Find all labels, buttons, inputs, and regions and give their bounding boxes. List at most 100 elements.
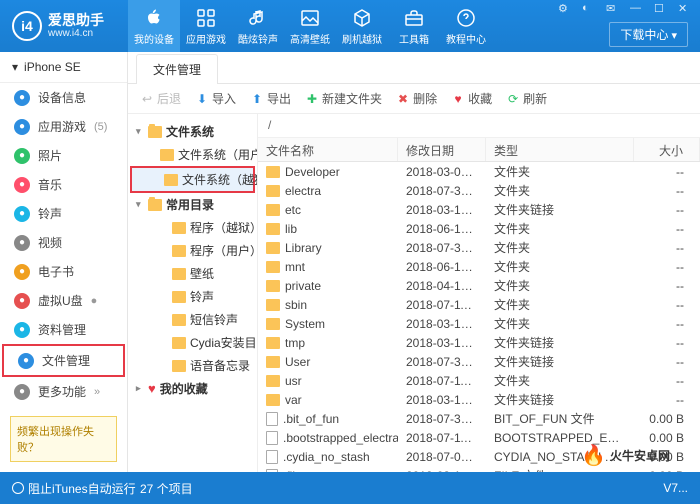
file-row[interactable]: sbin2018-07-11 13:47:...文件夹-- <box>258 295 700 314</box>
tree-item[interactable]: 短信铃声 <box>128 308 257 331</box>
file-row[interactable]: Developer2018-03-01 18:08:...文件夹-- <box>258 162 700 181</box>
col-name[interactable]: 文件名称 <box>258 138 398 161</box>
folder-icon <box>266 299 280 311</box>
wallpaper-icon <box>299 7 321 29</box>
col-date[interactable]: 修改日期 <box>398 138 486 161</box>
sidebar-item[interactable]: ●音乐 <box>0 170 127 199</box>
folder-icon <box>148 199 162 211</box>
tree-item[interactable]: Cydia安装目录 <box>128 331 257 354</box>
sidebar-item[interactable]: ●更多功能» <box>0 377 127 406</box>
logo-area: i4 爱思助手 www.i4.cn <box>0 11 128 41</box>
nav-tab-toolbox[interactable]: 工具箱 <box>388 0 440 52</box>
tab-file-manager[interactable]: 文件管理 <box>136 54 218 84</box>
tree-item[interactable]: ▾常用目录 <box>128 193 257 216</box>
logo-url: www.i4.cn <box>48 28 104 39</box>
nav-tab-apple[interactable]: 我的设备 <box>128 0 180 52</box>
file-icon <box>266 469 278 473</box>
folder-icon <box>266 337 280 349</box>
maximize-icon[interactable]: ☐ <box>654 2 670 16</box>
folder-icon <box>266 318 280 330</box>
close-icon[interactable]: ✕ <box>678 2 694 16</box>
folder-icon <box>172 360 186 372</box>
back-button[interactable]: ↩后退 <box>140 90 181 107</box>
file-row[interactable]: etc2018-03-14 20:23:...文件夹链接-- <box>258 200 700 219</box>
favorite-button[interactable]: ♥收藏 <box>451 90 492 107</box>
file-row[interactable]: .cydia_no_stash2018-07-09 09:49:...CYDIA… <box>258 447 700 466</box>
sidebar-item[interactable]: ●文件管理 <box>2 344 125 377</box>
folder-icon <box>266 280 280 292</box>
tree-item[interactable]: 文件系统（越狱） <box>130 166 255 193</box>
folder-icon <box>266 223 280 235</box>
nav-tab-wallpaper[interactable]: 高清壁纸 <box>284 0 336 52</box>
file-row[interactable]: System2018-03-14 20:18:...文件夹-- <box>258 314 700 333</box>
import-button[interactable]: ⬇导入 <box>195 90 236 107</box>
download-center-button[interactable]: 下载中心 ▾ <box>609 22 688 47</box>
new-folder-button[interactable]: ✚新建文件夹 <box>305 90 382 107</box>
sidebar-item[interactable]: ●虚拟U盘● <box>0 286 127 315</box>
nav-tab-help[interactable]: 教程中心 <box>440 0 492 52</box>
nav-tab-apps[interactable]: 应用游戏 <box>180 0 232 52</box>
sidebar-item[interactable]: ●应用游戏(5) <box>0 112 127 141</box>
window-controls: ⚙ ◐ ✉ — ☐ ✕ <box>558 2 694 16</box>
sidebar-item[interactable]: ●电子书 <box>0 257 127 286</box>
file-row[interactable]: .file2018-03-14 10:09:...FILE 文件0.00 B <box>258 466 700 472</box>
logo-icon: i4 <box>12 11 42 41</box>
minimize-icon[interactable]: — <box>630 2 646 16</box>
nav-tab-cube[interactable]: 刷机越狱 <box>336 0 388 52</box>
file-row[interactable]: var2018-03-14 20:23:...文件夹链接-- <box>258 390 700 409</box>
sidebar-item[interactable]: ●资料管理 <box>0 315 127 344</box>
file-row[interactable]: private2018-04-19 00:49:...文件夹-- <box>258 276 700 295</box>
help-icon <box>455 7 477 29</box>
file-row[interactable]: lib2018-06-10 16:52:...文件夹-- <box>258 219 700 238</box>
file-row[interactable]: mnt2018-06-10 16:52:...文件夹-- <box>258 257 700 276</box>
sidebar-item[interactable]: ●照片 <box>0 141 127 170</box>
content-area: 文件管理 ↩后退 ⬇导入 ⬆导出 ✚新建文件夹 ✖删除 ♥收藏 ⟳刷新 ▾文件系… <box>128 52 700 472</box>
export-button[interactable]: ⬆导出 <box>250 90 291 107</box>
folder-icon <box>172 314 186 326</box>
file-row[interactable]: tmp2018-03-14 20:23:...文件夹链接-- <box>258 333 700 352</box>
tree-item[interactable]: ▸♥我的收藏 <box>128 377 257 400</box>
skin-icon[interactable]: ◐ <box>582 2 598 16</box>
tree-item[interactable]: 铃声 <box>128 285 257 308</box>
sidebar-item[interactable]: ●设备信息 <box>0 83 127 112</box>
chevron-down-icon: ▾ <box>12 60 18 74</box>
sidebar-item[interactable]: ●视频 <box>0 228 127 257</box>
file-row[interactable]: User2018-07-30 10:34:...文件夹链接-- <box>258 352 700 371</box>
nav-tabs: 我的设备应用游戏酷炫铃声高清壁纸刷机越狱工具箱教程中心 <box>128 0 492 52</box>
version-label: V7... <box>663 481 688 495</box>
item-count: 27 个项目 <box>140 480 193 497</box>
file-icon <box>266 431 278 445</box>
path-bar[interactable]: / <box>258 114 700 138</box>
file-row[interactable]: electra2018-07-30 10:34:...文件夹-- <box>258 181 700 200</box>
main-area: ▾ iPhone SE ●设备信息●应用游戏(5)●照片●音乐●铃声●视频●电子… <box>0 52 700 472</box>
nav-tab-music[interactable]: 酷炫铃声 <box>232 0 284 52</box>
tree-item[interactable]: 文件系统（用户） <box>128 143 257 166</box>
sidebar-icon: ● <box>14 148 30 164</box>
tree-item[interactable]: 程序（用户） <box>128 239 257 262</box>
folder-icon <box>266 375 280 387</box>
file-row[interactable]: .bootstrapped_electra2018-07-11 13:48:..… <box>258 428 700 447</box>
folder-icon <box>172 291 186 303</box>
feedback-icon[interactable]: ✉ <box>606 2 622 16</box>
refresh-button[interactable]: ⟳刷新 <box>506 90 547 107</box>
alert-link[interactable]: 频繁出现操作失败？ <box>10 416 117 462</box>
tree-item[interactable]: 壁纸 <box>128 262 257 285</box>
folder-icon <box>266 166 280 178</box>
folder-icon <box>172 245 186 257</box>
toolbar: ↩后退 ⬇导入 ⬆导出 ✚新建文件夹 ✖删除 ♥收藏 ⟳刷新 <box>128 84 700 114</box>
tree-item[interactable]: ▾文件系统 <box>128 120 257 143</box>
col-type[interactable]: 类型 <box>486 138 634 161</box>
tree-item[interactable]: 语音备忘录 <box>128 354 257 377</box>
itunes-toggle[interactable]: 阻止iTunes自动运行 <box>12 480 136 497</box>
col-size[interactable]: 大小 <box>634 138 700 161</box>
delete-button[interactable]: ✖删除 <box>396 90 437 107</box>
file-row[interactable]: usr2018-07-11 13:48:...文件夹-- <box>258 371 700 390</box>
tree-item[interactable]: 程序（越狱） <box>128 216 257 239</box>
device-selector[interactable]: ▾ iPhone SE <box>0 52 127 83</box>
sidebar-item[interactable]: ●铃声 <box>0 199 127 228</box>
settings-icon[interactable]: ⚙ <box>558 2 574 16</box>
expand-icon: ▾ <box>136 199 144 210</box>
apps-icon <box>195 7 217 29</box>
file-row[interactable]: .bit_of_fun2018-07-30 10:33:...BIT_OF_FU… <box>258 409 700 428</box>
file-row[interactable]: Library2018-07-30 11:08:...文件夹-- <box>258 238 700 257</box>
